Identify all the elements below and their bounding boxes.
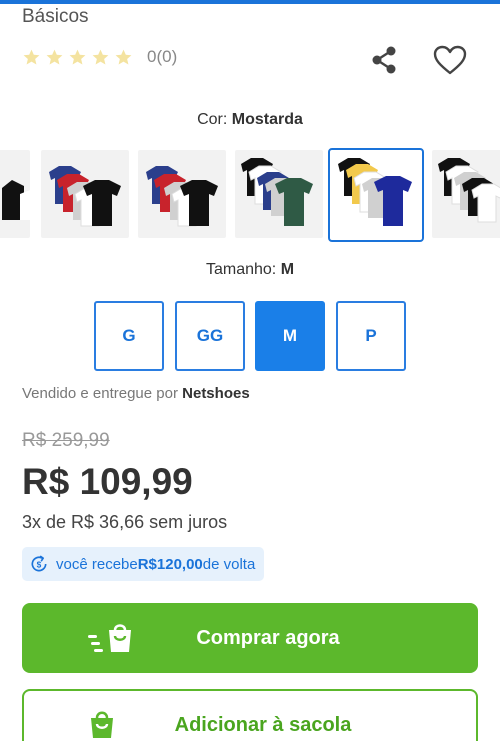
heart-icon	[433, 45, 467, 75]
tshirt-image	[49, 166, 121, 227]
cashback-amount: R$120,00	[137, 555, 203, 573]
tshirt-image	[338, 158, 412, 226]
selected-size: M	[280, 261, 295, 278]
cashback-suffix: de volta	[202, 555, 256, 573]
variant-thumb-partial[interactable]	[0, 150, 30, 238]
favorite-button[interactable]	[430, 40, 470, 80]
share-icon	[372, 46, 396, 74]
variant-thumb-3[interactable]	[235, 150, 323, 238]
variant-thumb-mostarda[interactable]	[328, 148, 424, 242]
size-option-p[interactable]: P	[336, 301, 406, 371]
variant-thumb-2[interactable]	[138, 150, 226, 238]
size-selector-label: Tamanho: M	[0, 261, 500, 279]
cashback-badge: $ você recebe R$120,00 de volta	[22, 547, 265, 581]
size-label: Tamanho:	[205, 261, 281, 278]
old-price: R$ 259,99	[22, 430, 110, 451]
share-button[interactable]	[366, 42, 402, 78]
rating-stars	[22, 48, 133, 67]
top-accent-bar	[0, 0, 500, 4]
color-variant-carousel[interactable]	[0, 148, 500, 242]
variant-thumb-5[interactable]	[432, 150, 500, 238]
color-selector-label: Cor: Mostarda	[0, 111, 500, 129]
cashback-prefix: você recebe	[56, 555, 138, 573]
seller-name: Netshoes	[182, 385, 250, 402]
buy-now-label: Comprar agora	[196, 626, 340, 649]
add-to-bag-button[interactable]: Adicionar à sacola	[22, 689, 478, 741]
star-icon	[23, 49, 40, 65]
rating[interactable]: 0(0)	[22, 47, 177, 67]
star-icon	[92, 49, 109, 65]
star-icon	[46, 49, 63, 65]
variant-thumb-1[interactable]	[41, 150, 129, 238]
cashback-icon: $	[31, 555, 47, 572]
color-label: Cor:	[197, 111, 232, 128]
size-option-m[interactable]: M	[255, 301, 325, 371]
star-icon	[115, 49, 132, 65]
selected-color: Mostarda	[231, 111, 303, 128]
tshirt-image	[146, 166, 218, 227]
installments: 3x de R$ 36,66 sem juros	[22, 512, 228, 532]
rating-count: 0(0)	[147, 47, 178, 66]
add-to-bag-label: Adicionar à sacola	[174, 714, 352, 736]
tshirt-image	[241, 158, 313, 226]
buy-now-button[interactable]: Comprar agora	[22, 603, 478, 673]
size-option-g[interactable]: G	[94, 301, 164, 371]
seller-prefix: Vendido e entregue por	[22, 385, 183, 402]
product-title: Básicos	[22, 6, 89, 27]
tshirt-image	[438, 158, 500, 223]
current-price: R$ 109,99	[22, 461, 193, 502]
star-icon	[69, 49, 86, 65]
seller-info: Vendido e entregue por Netshoes	[22, 385, 250, 402]
size-option-gg[interactable]: GG	[175, 301, 245, 371]
svg-text:$: $	[37, 559, 42, 569]
tshirt-image	[2, 180, 30, 220]
